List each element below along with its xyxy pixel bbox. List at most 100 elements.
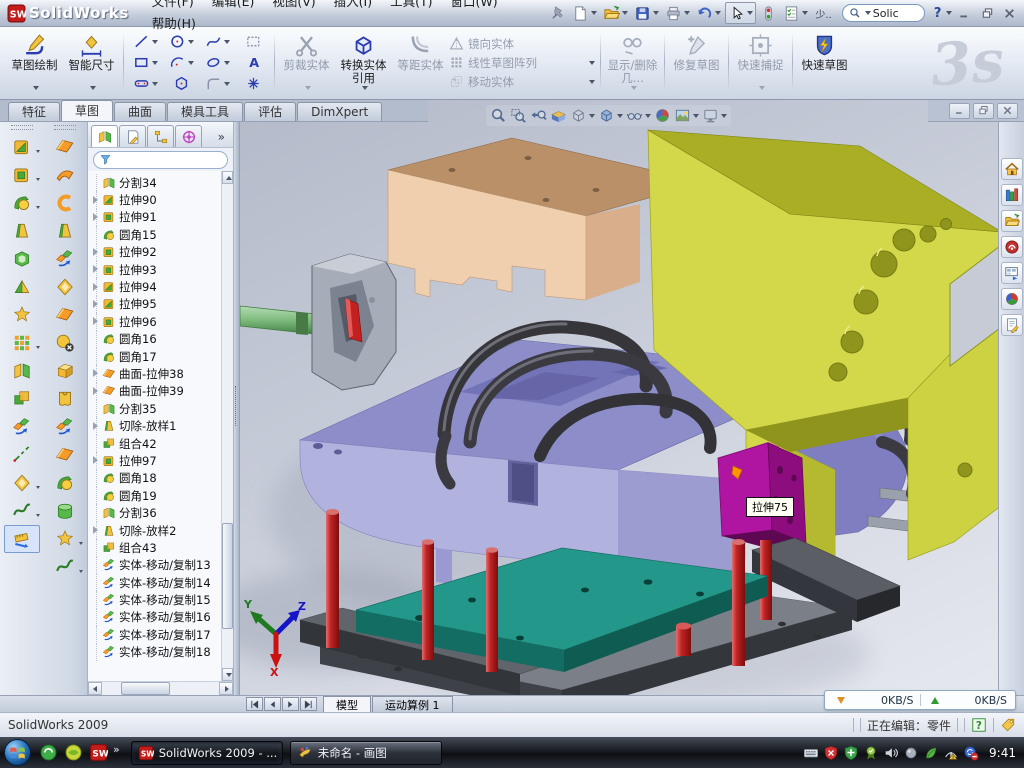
- boundary-surface-tool[interactable]: [47, 245, 83, 273]
- graphics-area[interactable]: Y Z X 拉伸75: [240, 100, 998, 695]
- panel-splitter[interactable]: [234, 122, 240, 695]
- slot-tool[interactable]: [127, 73, 163, 94]
- toolbar-overflow[interactable]: 少..: [815, 6, 831, 21]
- display-style-icon[interactable]: [598, 107, 623, 124]
- thicken-tool[interactable]: [47, 357, 83, 385]
- command-tab-1[interactable]: 草图: [61, 100, 113, 121]
- hole-wizard-tool[interactable]: [4, 301, 40, 329]
- expand-arrow-icon[interactable]: [92, 369, 101, 378]
- ribbon-mid-button-2[interactable]: 等距实体: [392, 30, 449, 95]
- tray-network-warning-icon[interactable]: [943, 745, 959, 761]
- last-tab-icon[interactable]: [300, 697, 317, 711]
- ribbon-right-button-0[interactable]: 显示/删除几...: [604, 30, 661, 95]
- undo-icon[interactable]: [694, 2, 723, 24]
- sketch-text-tool[interactable]: A: [235, 52, 271, 73]
- new-document-icon[interactable]: [570, 2, 599, 24]
- pin-icon[interactable]: [547, 2, 568, 24]
- assembly-model[interactable]: [240, 100, 998, 695]
- feature-tree-item[interactable]: 拉伸92: [96, 244, 221, 261]
- scroll-right-icon[interactable]: [219, 682, 233, 695]
- tray-security-icon[interactable]: [843, 745, 859, 761]
- save-icon[interactable]: [632, 2, 661, 24]
- rebuild-icon[interactable]: [758, 2, 779, 24]
- expand-arrow-icon[interactable]: [92, 248, 101, 257]
- feature-tree-item[interactable]: 圆角15: [96, 226, 221, 243]
- zoom-fit-icon[interactable]: [490, 107, 507, 124]
- command-tab-4[interactable]: 评估: [244, 102, 296, 121]
- tray-badge-icon[interactable]: [863, 745, 879, 761]
- scrollbar-thumb[interactable]: [222, 523, 233, 629]
- body-move-copy-tool[interactable]: [4, 413, 40, 441]
- arc-tool[interactable]: [163, 52, 199, 73]
- help-button[interactable]: ?: [931, 6, 945, 21]
- appearances-scenes-tab[interactable]: [1001, 288, 1023, 310]
- ribbon-right-button-3[interactable]: 快速草图: [796, 30, 853, 95]
- instant3d-tool[interactable]: [4, 525, 40, 553]
- feature-tree-item[interactable]: 拉伸96: [96, 313, 221, 330]
- feature-tree-item[interactable]: 实体-移动/复制16: [96, 609, 221, 626]
- first-tab-icon[interactable]: [246, 697, 263, 711]
- ribbon-stack-button-1[interactable]: 线性草图阵列: [449, 55, 597, 71]
- panel-chevron-icon[interactable]: »: [213, 130, 230, 147]
- taskbar-clock[interactable]: 9:41: [989, 746, 1016, 760]
- expand-arrow-icon[interactable]: [92, 422, 101, 431]
- print-icon[interactable]: [663, 2, 692, 24]
- scrollbar-thumb-horizontal[interactable]: [121, 682, 170, 695]
- command-tab-3[interactable]: 模具工具: [167, 102, 243, 121]
- tag-icon[interactable]: [1000, 717, 1016, 733]
- extruded-boss-tool[interactable]: [4, 133, 40, 161]
- start-button[interactable]: [3, 738, 32, 767]
- feature-tree-item[interactable]: 切除-放样1: [96, 417, 221, 434]
- configurationmanager-tab[interactable]: [147, 125, 174, 147]
- feature-tree-item[interactable]: 实体-移动/复制15: [96, 591, 221, 608]
- search-scope-dropdown-icon[interactable]: [865, 11, 871, 15]
- feature-tree-item[interactable]: 圆角18: [96, 470, 221, 487]
- feature-tree-item[interactable]: 分割34: [96, 174, 221, 191]
- split-tool[interactable]: [4, 357, 40, 385]
- ejector-block-extrude75[interactable]: [718, 442, 806, 550]
- combine-tool[interactable]: [4, 385, 40, 413]
- menu-item-1[interactable]: 编辑(E): [203, 0, 264, 9]
- select-icon[interactable]: [725, 2, 756, 24]
- tray-sync-blocked-icon[interactable]: [963, 745, 979, 761]
- expand-arrow-icon[interactable]: [92, 387, 101, 396]
- tray-input-keyboard[interactable]: [803, 745, 819, 761]
- ribbon-right-button-2[interactable]: 快速捕捉: [732, 30, 789, 95]
- tree-horizontal-scrollbar[interactable]: [88, 681, 233, 695]
- toolbar-drag-handle[interactable]: [11, 125, 33, 130]
- menu-item-6[interactable]: 帮助(H): [143, 16, 205, 31]
- window-minimize-button[interactable]: [954, 4, 975, 22]
- tree-filter-input[interactable]: [93, 151, 228, 169]
- feature-tree-item[interactable]: 拉伸91: [96, 209, 221, 226]
- view-palette-tab[interactable]: [1001, 262, 1023, 284]
- feature-tree-item[interactable]: 圆角17: [96, 348, 221, 365]
- tray-device-icon[interactable]: [903, 745, 919, 761]
- feature-tree-item[interactable]: 实体-移动/复制17: [96, 626, 221, 643]
- propertymanager-tab[interactable]: [119, 125, 146, 147]
- expand-arrow-icon[interactable]: [92, 196, 101, 205]
- taskbar-button-0[interactable]: SWSolidWorks 2009 - ...: [131, 741, 283, 765]
- feature-tree-item[interactable]: 分割36: [96, 504, 221, 521]
- open-icon[interactable]: [601, 2, 630, 24]
- quick-launch-chevron[interactable]: »: [113, 743, 120, 756]
- revolved-surface-tool[interactable]: [47, 161, 83, 189]
- hide-show-items-icon[interactable]: [626, 107, 651, 124]
- ribbon-mid-button-1[interactable]: 转换实体引用: [335, 30, 392, 95]
- quick-launch-messenger[interactable]: [39, 743, 58, 762]
- feature-tree-item[interactable]: 曲面-拉伸38: [96, 365, 221, 382]
- menu-item-0[interactable]: 文件(F): [143, 0, 203, 9]
- edit-appearance-icon[interactable]: [654, 107, 671, 124]
- help-dropdown-icon[interactable]: [946, 11, 952, 15]
- sketch-fillet-tool[interactable]: [199, 73, 235, 94]
- reference-geometry-tool[interactable]: [4, 469, 40, 497]
- offset-surface-tool[interactable]: [47, 273, 83, 301]
- swept-surface-tool[interactable]: [47, 189, 83, 217]
- lofted-surface-tool[interactable]: [47, 217, 83, 245]
- menu-item-5[interactable]: 窗口(W): [442, 0, 507, 9]
- feature-tree-item[interactable]: 拉伸97: [96, 452, 221, 469]
- feature-tree-item[interactable]: 实体-移动/复制14: [96, 574, 221, 591]
- featuremanager-tab[interactable]: [91, 125, 118, 147]
- expand-arrow-icon[interactable]: [92, 456, 101, 465]
- curve-tool[interactable]: [4, 441, 40, 469]
- scroll-left-icon[interactable]: [88, 682, 102, 695]
